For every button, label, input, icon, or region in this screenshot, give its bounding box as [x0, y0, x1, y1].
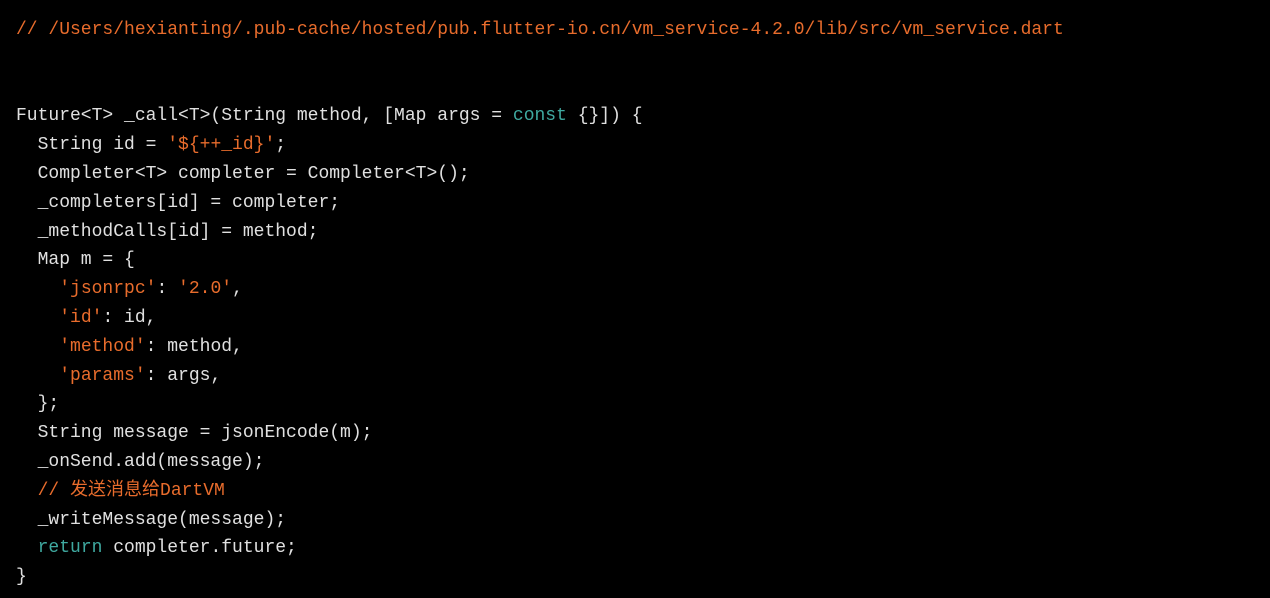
code-line: String id =: [16, 135, 167, 155]
code-line: _methodCalls[id] = method;: [16, 222, 318, 242]
code-line: ,: [232, 279, 243, 299]
code-block: // /Users/hexianting/.pub-cache/hosted/p…: [16, 16, 1254, 592]
string-key: 'id': [59, 308, 102, 328]
code-line: String message = jsonEncode(m);: [16, 423, 372, 443]
string-key: 'params': [59, 366, 145, 386]
code-line: [16, 279, 59, 299]
code-line: [16, 308, 59, 328]
string-value: '2.0': [178, 279, 232, 299]
keyword-return: return: [38, 538, 103, 558]
code-line: _onSend.add(message);: [16, 452, 264, 472]
code-line: : method,: [146, 337, 243, 357]
code-line: {}]) {: [567, 106, 643, 126]
code-line: Completer<T> completer = Completer<T>();: [16, 164, 470, 184]
string-key: 'method': [59, 337, 145, 357]
code-line: [16, 337, 59, 357]
code-line: :: [156, 279, 178, 299]
code-line: : id,: [102, 308, 156, 328]
string-literal: '${++_id}': [167, 135, 275, 155]
code-line: _writeMessage(message);: [16, 510, 286, 530]
code-line: };: [16, 394, 59, 414]
comment-send-message: // 发送消息给DartVM: [38, 481, 225, 501]
code-line: [16, 538, 38, 558]
code-line: [16, 366, 59, 386]
code-line: Map m = {: [16, 250, 135, 270]
keyword-const: const: [513, 106, 567, 126]
code-line: : args,: [146, 366, 222, 386]
code-line: ;: [275, 135, 286, 155]
code-line: [16, 481, 38, 501]
file-path-comment: // /Users/hexianting/.pub-cache/hosted/p…: [16, 20, 1064, 40]
string-key: 'jsonrpc': [59, 279, 156, 299]
code-line: Future<T> _call<T>(String method, [Map a…: [16, 106, 513, 126]
code-line: completer.future;: [102, 538, 296, 558]
code-line: _completers[id] = completer;: [16, 193, 340, 213]
code-line: }: [16, 567, 27, 587]
